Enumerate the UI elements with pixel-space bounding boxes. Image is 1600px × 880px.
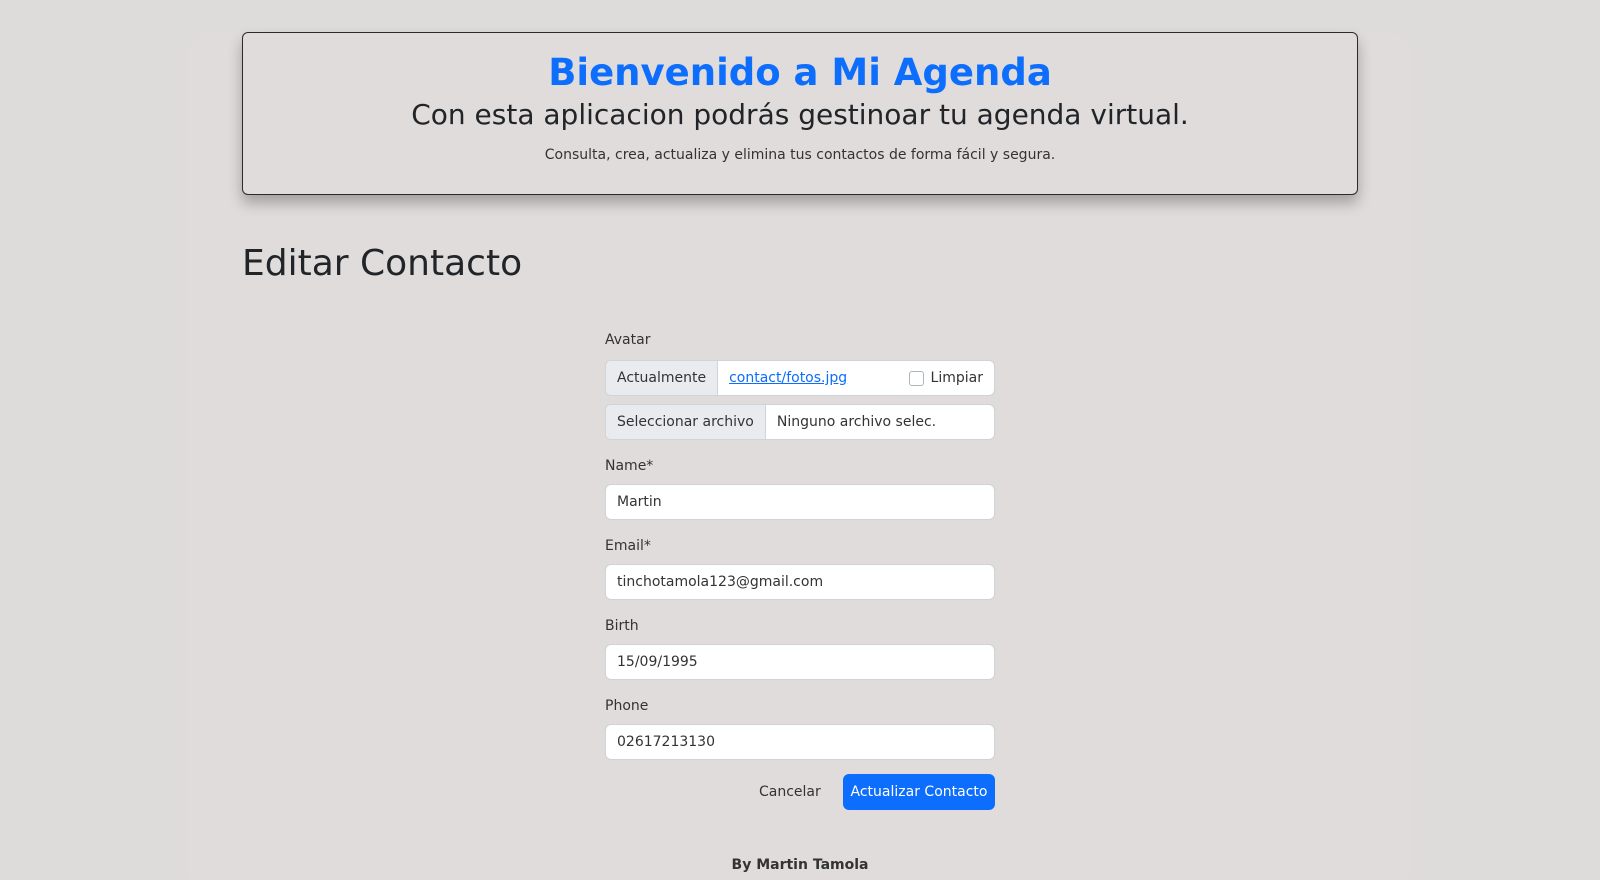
avatar-current-label: Actualmente [606,361,719,395]
avatar-current-link[interactable]: contact/fotos.jpg [718,361,908,395]
name-input[interactable]: Martin [605,484,995,520]
email-input[interactable]: tinchotamola123@gmail.com [605,564,995,600]
selected-file-name: Ninguno archivo selec. [776,414,937,430]
phone-input[interactable]: 02617213130 [605,724,995,760]
footer-credit: By Martin Tamola [731,857,869,873]
avatar-clear-checkbox[interactable] [908,370,924,386]
avatar-file-input[interactable]: Seleccionar archivo Ninguno archivo sele… [605,404,995,440]
welcome-banner: Bienvenido a Mi Agenda Con esta aplicaci… [242,32,1358,195]
select-file-button[interactable]: Seleccionar archivo [606,405,766,439]
phone-label: Phone [605,698,649,714]
avatar-current-group: Actualmente contact/fotos.jpg Limpiar [605,360,995,396]
avatar-clear[interactable]: Limpiar [908,361,994,395]
birth-label: Birth [605,618,639,634]
avatar-label: Avatar [605,332,651,348]
birth-input[interactable]: 15/09/1995 [605,644,995,680]
update-contact-button[interactable]: Actualizar Contacto [843,774,995,810]
welcome-title: Bienvenido a Mi Agenda [548,51,1052,94]
welcome-subtitle: Con esta aplicacion podrás gestinoar tu … [411,98,1189,131]
avatar-clear-label: Limpiar [930,370,983,386]
name-label: Name* [605,458,654,474]
page-title: Editar Contacto [242,243,523,284]
email-label: Email* [605,538,651,554]
cancel-link[interactable]: Cancelar [759,774,821,810]
welcome-lead: Consulta, crea, actualiza y elimina tus … [544,147,1056,163]
